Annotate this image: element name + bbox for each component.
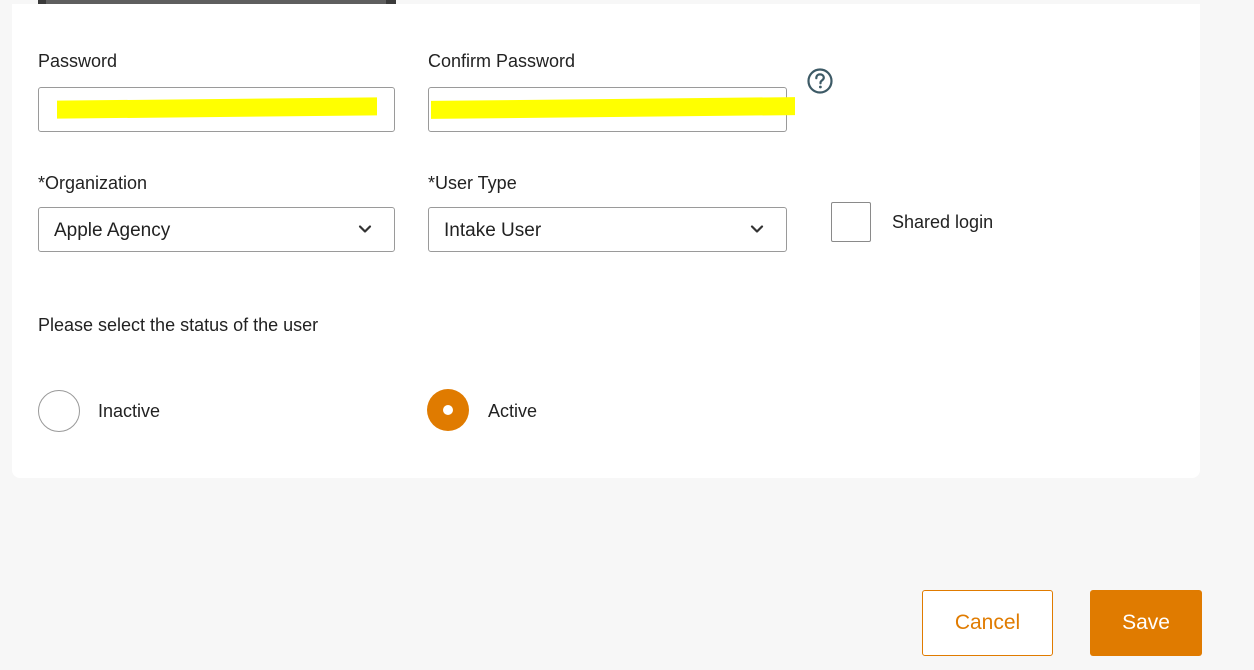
shared-login-label: Shared login — [892, 212, 994, 232]
user-type-label: *User Type — [428, 173, 517, 193]
organization-label: *Organization — [38, 173, 148, 193]
organization-selected-value: Apple Agency — [54, 220, 171, 241]
redaction-highlight — [57, 97, 377, 119]
cancel-button[interactable]: Cancel — [922, 590, 1053, 656]
help-circle-icon[interactable] — [806, 67, 834, 95]
status-prompt: Please select the status of the user — [38, 315, 319, 335]
status-inactive-label: Inactive — [98, 401, 161, 421]
chevron-down-icon — [358, 225, 372, 233]
confirm-password-field[interactable] — [428, 87, 795, 132]
user-type-select[interactable]: Intake User — [428, 207, 787, 252]
status-radio-inactive[interactable] — [38, 390, 80, 432]
radio-selected-dot — [443, 405, 453, 415]
confirm-password-label: Confirm Password — [428, 51, 576, 71]
chevron-down-icon — [750, 225, 764, 233]
redaction-highlight — [431, 97, 795, 119]
password-field[interactable] — [38, 87, 395, 132]
user-type-selected-value: Intake User — [444, 220, 542, 241]
shared-login-checkbox[interactable] — [831, 202, 871, 242]
status-radio-active[interactable] — [427, 389, 469, 431]
save-button[interactable]: Save — [1090, 590, 1202, 656]
password-label: Password — [38, 51, 118, 71]
organization-select[interactable]: Apple Agency — [38, 207, 395, 252]
status-active-label: Active — [488, 401, 538, 421]
